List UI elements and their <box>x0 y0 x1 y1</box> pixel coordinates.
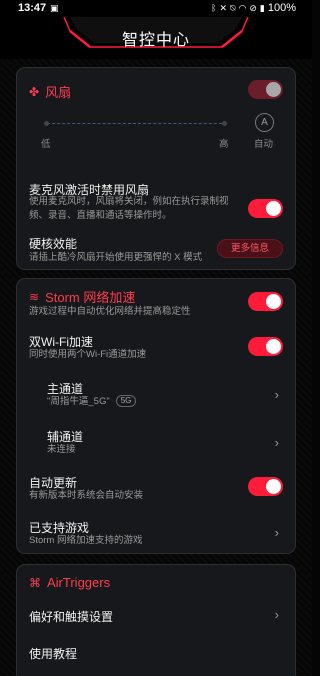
mute-icon: ⍉ <box>230 2 236 13</box>
fan-title: 风扇 <box>45 85 72 100</box>
fan-toggle[interactable] <box>248 80 283 99</box>
no-sim-icon: ⊘ <box>249 2 257 13</box>
storm-card: ≋ Storm 网络加速 游戏过程中自动优化网络并提高稳定性 双Wi-Fi加速 … <box>16 278 296 554</box>
slider-start-dot <box>44 121 49 126</box>
fan-auto-label: 自动 <box>254 139 274 150</box>
slider-end-dot <box>222 121 227 126</box>
band-5g-badge: 5G <box>115 395 137 407</box>
tutorial-title: 使用教程 <box>29 647 78 661</box>
more-info-button[interactable]: 更多信息 <box>217 239 283 258</box>
bluetooth-icon: ᛒ <box>211 2 217 13</box>
prefs-title: 偏好和触摸设置 <box>29 610 114 624</box>
battery-percent: 100% <box>267 2 296 14</box>
hardcore-desc: 请插上酷冷风扇开始使用更强悍的 X 模式 <box>29 252 203 263</box>
dual-wifi-desc: 同时使用两个Wi-Fi通道加速 <box>29 349 147 360</box>
chevron-right-icon: › <box>274 607 279 622</box>
storm-title: Storm 网络加速 <box>45 290 136 305</box>
battery-icon: ▮ <box>259 2 265 13</box>
mic-disable-desc-1: 使用麦克风时，风扇将关闭，例如在执行录制视 <box>29 196 229 207</box>
chevron-right-icon: › <box>274 387 279 402</box>
wifi-icon: ◠ <box>238 2 247 13</box>
auto-update-toggle[interactable] <box>248 477 283 496</box>
x-icon: ✕ <box>219 2 228 13</box>
status-time: 13:47 <box>18 2 47 14</box>
dual-wifi-toggle[interactable] <box>248 337 283 356</box>
fan-low-label: 低 <box>41 139 51 150</box>
fan-card: ✤ 风扇 低 高 A 自动 麦克风激活时禁用风扇 使用麦克风时，风扇将关闭，例如… <box>16 67 296 270</box>
airtriggers-icon: ⌘ <box>29 575 41 590</box>
airtriggers-card: ⌘ AirTriggers 偏好和触摸设置 › 使用教程 <box>16 564 296 676</box>
chevron-right-icon: › <box>274 435 279 450</box>
wifi-accel-icon: ≋ <box>29 289 40 304</box>
main-channel-value: "周指牛逼_5G" <box>47 396 110 407</box>
mic-disable-toggle[interactable] <box>248 199 283 218</box>
auto-update-desc: 有新版本时系统会自动安装 <box>29 490 144 501</box>
airtriggers-title: AirTriggers <box>47 575 111 590</box>
storm-toggle[interactable] <box>248 292 283 311</box>
fan-speed-slider[interactable] <box>47 123 227 124</box>
gallery-icon: ▣ <box>50 3 59 13</box>
chevron-right-icon: › <box>274 525 279 540</box>
content-area: ✤ 风扇 低 高 A 自动 麦克风激活时禁用风扇 使用麦克风时，风扇将关闭，例如… <box>0 59 312 676</box>
fan-icon: ✤ <box>29 84 40 99</box>
header: 智控中心 <box>0 17 312 59</box>
fan-high-label: 高 <box>219 139 229 150</box>
mic-disable-desc-2: 频、录音、直播和通话等操作时。 <box>29 210 172 221</box>
supported-games-desc: Storm 网络加速支持的游戏 <box>29 535 143 546</box>
storm-desc: 游戏过程中自动优化网络并提高稳定性 <box>29 306 191 317</box>
aux-channel-value: 未连接 <box>47 444 76 455</box>
status-bar: 13:47 ▣ ᛒ ✕ ⍉ ◠ ⊘ ▮ 100% <box>0 0 312 17</box>
fan-auto-button[interactable]: A <box>255 113 274 132</box>
page-title: 智控中心 <box>121 32 190 49</box>
hardcore-title: 硬核效能 <box>29 237 78 251</box>
